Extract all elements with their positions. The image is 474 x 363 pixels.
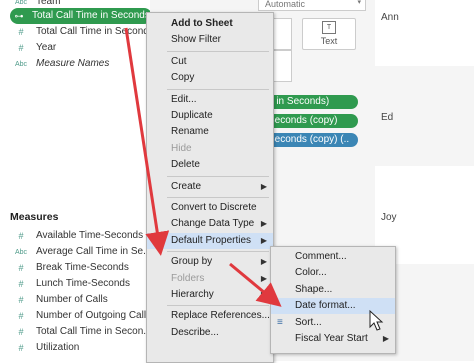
- arrow-to-default-properties: [124, 27, 170, 256]
- annotation-arrows: [124, 27, 384, 331]
- mouse-cursor-icon: [369, 309, 384, 331]
- arrow-to-date-format: [229, 262, 282, 307]
